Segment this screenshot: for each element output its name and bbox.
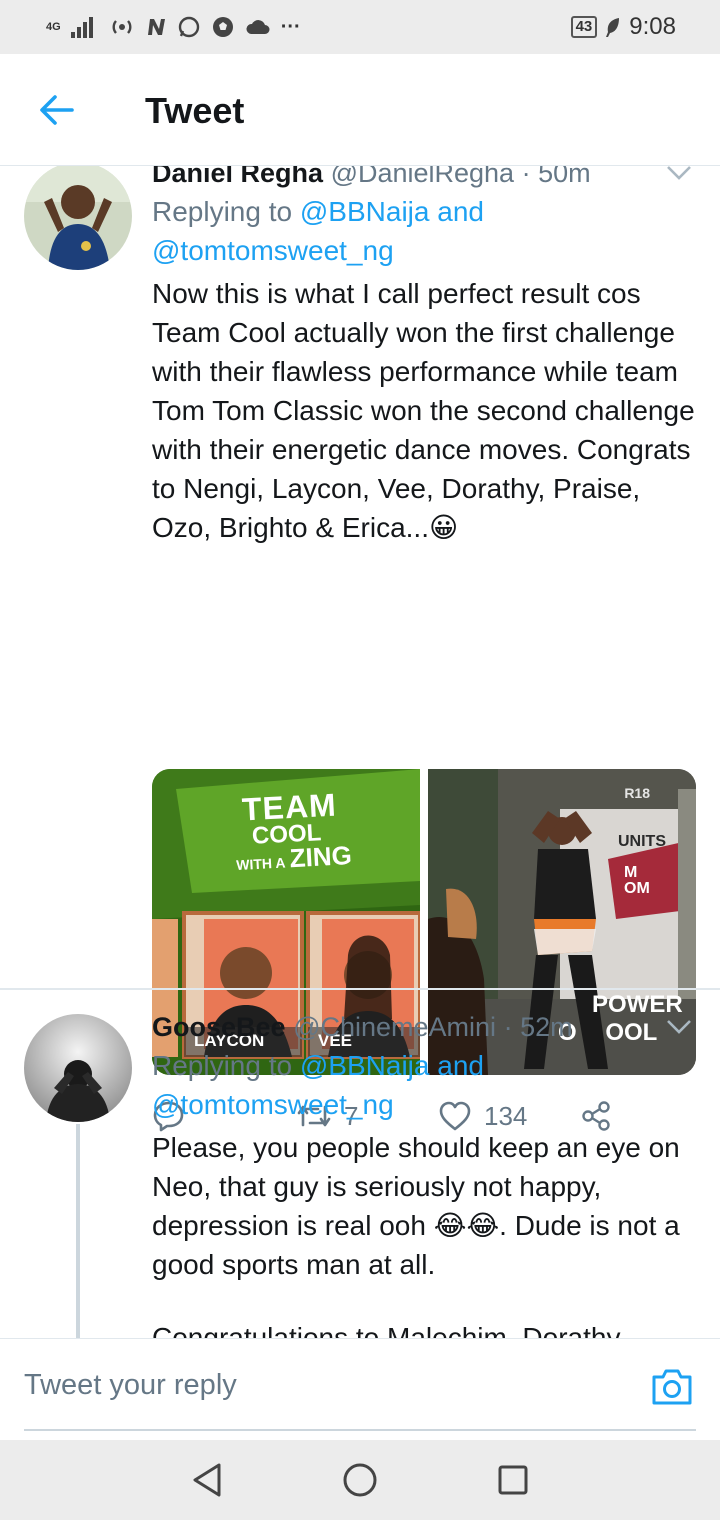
tweet-item[interactable]: GooseBee @ChinemeAmini · 52m Replying to… (0, 1008, 720, 1338)
author-name[interactable]: Daniel Regha (152, 166, 323, 188)
system-nav-bar (0, 1440, 720, 1520)
leaf-icon (605, 16, 621, 38)
sign-text-om: OM (624, 880, 650, 897)
tweet-time: 50m (538, 166, 591, 188)
sign-text-tomtom: M OM (624, 865, 650, 897)
tweet-header: GooseBee @ChinemeAmini · 52m (152, 1008, 700, 1046)
tweet-divider (0, 988, 720, 990)
avatar[interactable] (24, 166, 132, 270)
mention-link[interactable]: @tomtomsweet_ng (152, 235, 394, 266)
whatsapp-icon (177, 15, 201, 39)
replying-to: Replying to @BBNaija and @tomtomsweet_ng (152, 1046, 700, 1124)
sign-text-m: M (624, 864, 638, 881)
status-icons-right: 43 9:08 (570, 13, 676, 41)
separator-dot: · (503, 1012, 513, 1042)
camera-button[interactable] (650, 1367, 694, 1411)
tweet-feed[interactable]: Daniel Regha @DanielRegha · 50m Replying… (0, 166, 720, 1338)
tweet-content: Daniel Regha @DanielRegha · 50m Replying… (152, 166, 700, 547)
circle-home-icon (343, 1463, 377, 1497)
arrow-left-icon (40, 95, 74, 125)
battery-indicator: 43 (570, 16, 598, 38)
mention-link[interactable]: @BBNaija (300, 1050, 430, 1081)
n-app-icon (145, 16, 167, 38)
reply-composer: Tweet your reply (0, 1338, 720, 1440)
app-bar: Tweet (0, 54, 720, 166)
replying-prefix: Replying to (152, 1050, 293, 1081)
tweet-time: 52m (520, 1012, 573, 1042)
sign-text-units: UNITS (618, 833, 666, 850)
banner-zing: ZING (288, 839, 353, 874)
rating-badge: R18 (624, 785, 650, 801)
thread-connector (76, 1124, 80, 1338)
replying-and: and (437, 196, 484, 227)
tweet-options-button[interactable] (666, 1018, 692, 1044)
author-name[interactable]: GooseBee (152, 1012, 286, 1042)
reply-input-underline (24, 1429, 696, 1431)
clock: 9:08 (629, 13, 676, 40)
nav-back-button[interactable] (187, 1460, 227, 1500)
signal-icon (70, 16, 99, 38)
triangle-back-icon (193, 1463, 221, 1497)
separator-dot: · (521, 166, 531, 188)
football-icon (211, 15, 235, 39)
tweet-content: GooseBee @ChinemeAmini · 52m Replying to… (152, 1008, 700, 1338)
replying-prefix: Replying to (152, 196, 293, 227)
page-title: Tweet (145, 90, 245, 131)
reply-input[interactable]: Tweet your reply (24, 1369, 237, 1402)
square-recents-icon (498, 1465, 528, 1495)
hotspot-icon (109, 16, 135, 38)
banner-text-zing: WITH A ZING (235, 839, 353, 877)
back-button[interactable] (36, 90, 76, 130)
tweet-text-continued: Congratulations to Malechim, Dorathy (152, 1322, 621, 1338)
banner-with-a: WITH A (235, 854, 286, 874)
author-handle[interactable]: @DanielRegha (331, 166, 515, 188)
replying-and: and (437, 1050, 484, 1081)
mention-link[interactable]: @tomtomsweet_ng (152, 1089, 394, 1120)
tweet-text: Please, you people should keep an eye on… (152, 1132, 680, 1280)
tweet-header: Daniel Regha @DanielRegha · 50m (152, 166, 700, 192)
author-handle[interactable]: @ChinemeAmini (293, 1012, 496, 1042)
replying-to: Replying to @BBNaija and @tomtomsweet_ng (152, 192, 700, 270)
avatar[interactable] (24, 1014, 132, 1122)
chevron-down-icon (667, 166, 691, 180)
nav-recents-button[interactable] (493, 1460, 533, 1500)
tweet-options-button[interactable] (666, 166, 692, 190)
mention-link[interactable]: @BBNaija (300, 196, 430, 227)
nav-home-button[interactable] (340, 1460, 380, 1500)
tweet-text: Now this is what I call perfect result c… (152, 278, 695, 543)
status-bar: 4G ··· 43 9:08 (0, 0, 720, 54)
status-icons-left: 4G ··· (46, 15, 301, 39)
chevron-down-icon (667, 1020, 691, 1034)
network-type: 4G (46, 21, 61, 33)
camera-icon (652, 1369, 692, 1405)
more-notifications-icon: ··· (280, 15, 301, 38)
cloud-icon (245, 17, 271, 37)
tweet-item[interactable]: Daniel Regha @DanielRegha · 50m Replying… (0, 166, 720, 1132)
